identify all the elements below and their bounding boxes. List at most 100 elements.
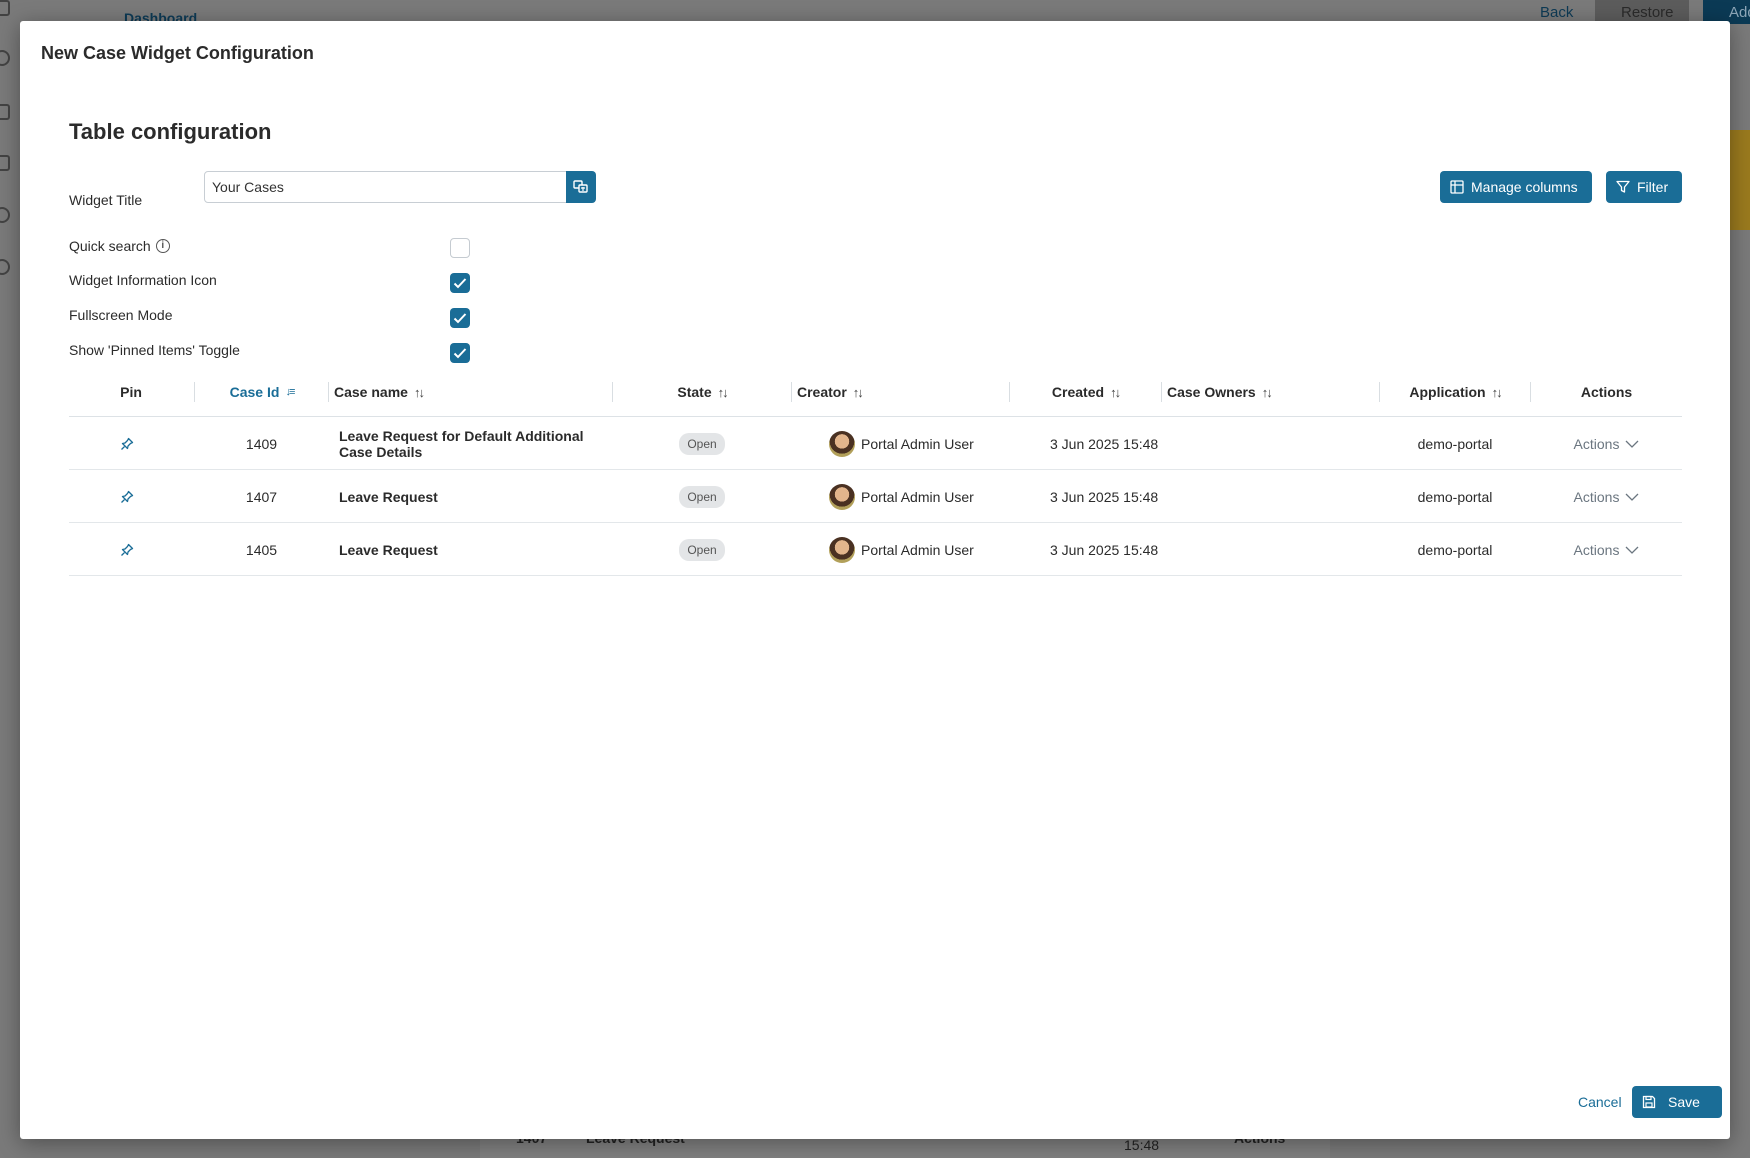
col-creator[interactable]: Creator ↑↓ [797,367,1007,417]
pin-button[interactable] [69,523,185,576]
save-button[interactable]: Save [1632,1086,1722,1118]
widget-info-icon-checkbox[interactable] [450,273,470,293]
actions-cell: Actions [1531,470,1682,523]
bulb-icon [0,207,10,223]
case-id: 1407 [245,488,278,505]
widget-config-dialog: New Case Widget Configuration Table conf… [20,21,1730,1139]
state-cell: Open [613,523,791,576]
creator-cell: Portal Admin User [829,523,1009,576]
widget-title-input[interactable] [204,171,567,203]
creator-cell: Portal Admin User [829,417,1009,470]
case-id: 1405 [245,541,278,558]
translate-icon [573,180,588,193]
case-owners [1167,470,1377,523]
quick-search-checkbox[interactable] [450,238,470,258]
col-created[interactable]: Created ↑↓ [1010,367,1161,417]
pinned-toggle-checkbox[interactable] [450,343,470,363]
tasks-icon [0,0,10,16]
process-icon [0,50,10,66]
state-badge: Open [679,538,725,561]
avatar [829,536,855,563]
creator-cell: Portal Admin User [829,470,1009,523]
avatar [829,483,855,510]
table-row[interactable]: 1407 Leave Request Open Portal Admin Use… [69,470,1682,523]
save-label: Save [1668,1094,1700,1110]
widget-info-icon-label: Widget Information Icon [69,272,217,288]
case-id: 1409 [245,435,278,452]
actions-dropdown[interactable]: Actions [1574,542,1640,558]
sort-icon: ↑↓ [413,384,425,400]
sort-icon: ↑↓ [1491,384,1503,400]
widget-info-icon-label-text: Widget Information Icon [69,272,217,288]
save-icon [1642,1095,1656,1109]
case-owners [1167,417,1377,470]
col-case-id[interactable]: Case Id ↓≡ [195,367,328,417]
manage-columns-button[interactable]: Manage columns [1440,171,1592,203]
edit-icon [0,104,10,120]
application: demo-portal [1417,435,1493,452]
chevron-down-icon [1625,493,1639,501]
chevron-down-icon [1625,546,1639,554]
sort-icon: ↑↓ [1110,384,1121,400]
pin-button[interactable] [69,470,185,523]
fullscreen-mode-checkbox[interactable] [450,308,470,328]
side-rail [0,0,16,1158]
filter-label: Filter [1637,179,1669,195]
actions-dropdown[interactable]: Actions [1574,489,1640,505]
col-state[interactable]: State ↑↓ [613,367,791,417]
case-name[interactable]: Leave Request [339,523,599,576]
filter-button[interactable]: Filter [1606,171,1683,203]
sort-desc-icon: ↓≡ [285,386,295,398]
col-pin: Pin [69,367,193,417]
case-owners [1167,523,1377,576]
check-icon [453,278,467,289]
col-case-owners-label: Case Owners [1167,384,1256,400]
cases-table: Pin Case Id ↓≡ Case name ↑↓ State ↑↓ Creato… [69,367,1682,576]
filter-icon [1616,180,1630,193]
pin-button[interactable] [69,417,185,470]
quick-search-label: Quick search i [69,238,170,254]
background-widget-edge [1730,130,1750,230]
clock-icon [0,259,10,275]
peek-time: 15:48 [1124,1137,1160,1153]
col-state-label: State [677,384,712,400]
pin-icon [121,437,134,450]
col-case-id-label: Case Id [229,384,280,400]
translate-button[interactable] [566,171,596,203]
pinned-toggle-label-text: Show 'Pinned Items' Toggle [69,342,240,358]
col-separator [328,382,329,402]
creator-name: Portal Admin User [861,488,974,505]
col-case-owners[interactable]: Case Owners ↑↓ [1167,367,1377,417]
info-icon[interactable]: i [155,239,170,253]
check-icon [453,348,467,359]
col-case-name-label: Case name [334,384,408,400]
application: demo-portal [1417,488,1493,505]
fullscreen-mode-label: Fullscreen Mode [69,307,173,323]
actions-cell: Actions [1531,523,1682,576]
col-actions: Actions [1531,367,1682,417]
actions-cell: Actions [1531,417,1682,470]
col-case-name[interactable]: Case name ↑↓ [334,367,614,417]
sort-icon: ↑↓ [852,384,864,400]
actions-label: Actions [1573,541,1620,558]
col-application-label: Application [1409,384,1486,400]
table-row[interactable]: 1405 Leave Request Open Portal Admin Use… [69,523,1682,576]
manage-columns-icon [1450,180,1464,194]
actions-label: Actions [1573,488,1620,505]
case-name[interactable]: Leave Request [339,470,599,523]
actions-label: Actions [1573,435,1620,452]
pin-icon [121,543,134,556]
cancel-button[interactable]: Cancel [1578,1094,1622,1110]
table-row[interactable]: 1409 Leave Request for Default Additiona… [69,417,1682,470]
col-application[interactable]: Application ↑↓ [1380,367,1530,417]
case-name[interactable]: Leave Request for Default Additional Cas… [339,417,599,470]
dialog-title: New Case Widget Configuration [41,43,314,63]
application: demo-portal [1417,541,1493,558]
col-created-label: Created [1051,384,1105,400]
section-title: Table configuration [69,119,272,144]
fullscreen-mode-label-text: Fullscreen Mode [69,307,173,323]
manage-columns-label: Manage columns [1471,179,1578,195]
actions-dropdown[interactable]: Actions [1574,436,1640,452]
state-cell: Open [613,470,791,523]
creator-name: Portal Admin User [861,541,974,558]
